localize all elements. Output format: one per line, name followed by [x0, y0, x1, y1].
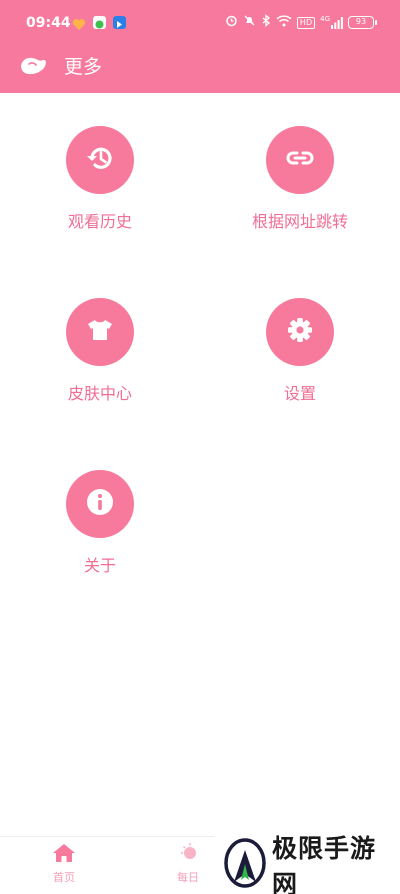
bean-logo-icon[interactable]	[18, 54, 48, 76]
gear-icon	[283, 313, 317, 351]
nav-home-label: 首页	[53, 871, 75, 884]
alarm-icon	[225, 14, 238, 31]
notification-heart-icon	[72, 16, 86, 30]
battery-indicator: 93	[348, 16, 377, 29]
nav-daily-label: 每日	[177, 871, 199, 884]
app-header: 09:44 HD 4G 93 更多	[0, 0, 400, 93]
watch-history-label: 观看历史	[67, 212, 132, 231]
about-button[interactable]	[66, 470, 134, 538]
sun-icon	[176, 843, 200, 867]
site-watermark: 极限手游网	[214, 834, 400, 894]
status-icons: HD 4G 93	[225, 14, 377, 31]
settings-label: 设置	[283, 384, 316, 403]
skin-center-label: 皮肤中心	[67, 384, 132, 403]
notification-wechat-icon	[93, 16, 106, 29]
settings-button[interactable]	[266, 298, 334, 366]
watch-history-tile[interactable]: 观看历史	[0, 126, 200, 232]
info-icon	[83, 485, 117, 523]
status-bar: 09:44 HD 4G 93	[0, 0, 400, 46]
tshirt-icon	[83, 313, 117, 351]
link-icon	[283, 141, 317, 179]
skin-center-button[interactable]	[66, 298, 134, 366]
history-icon	[83, 141, 117, 179]
nav-home[interactable]: 首页	[52, 843, 76, 885]
network-type: 4G	[320, 15, 330, 23]
url-jump-button[interactable]	[266, 126, 334, 194]
watermark-logo-icon	[224, 838, 266, 892]
signal-icon: 4G	[320, 16, 343, 29]
url-jump-label: 根据网址跳转	[251, 212, 348, 231]
watch-history-button[interactable]	[66, 126, 134, 194]
hd-badge: HD	[296, 16, 316, 29]
url-jump-tile[interactable]: 根据网址跳转	[200, 126, 400, 232]
nav-daily[interactable]: 每日	[176, 843, 200, 885]
home-icon	[52, 843, 76, 867]
skin-center-tile[interactable]: 皮肤中心	[0, 298, 200, 404]
bluetooth-icon	[261, 14, 271, 31]
about-tile[interactable]: 关于	[0, 470, 200, 576]
wifi-icon	[276, 14, 292, 31]
about-label: 关于	[83, 556, 116, 575]
mute-bell-icon	[243, 14, 256, 31]
watermark-text: 极限手游网	[272, 834, 377, 894]
status-time: 09:44	[26, 15, 71, 31]
page-title: 更多	[64, 56, 103, 78]
settings-tile[interactable]: 设置	[200, 298, 400, 404]
notification-app-icon	[113, 16, 126, 29]
